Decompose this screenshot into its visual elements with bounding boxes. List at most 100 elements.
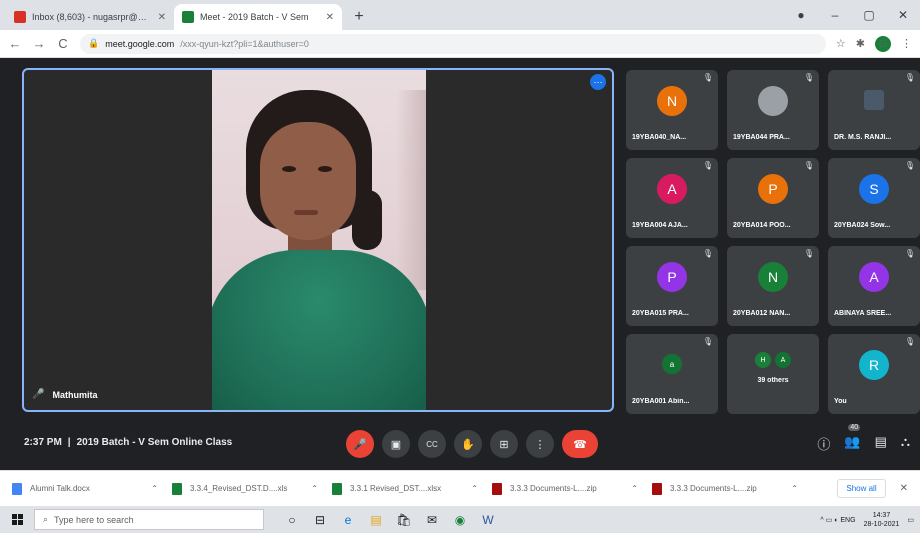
participant-tile[interactable]: 🎙 A ABINAYA SREE... xyxy=(828,246,920,326)
start-button[interactable] xyxy=(0,514,34,525)
tab-meet[interactable]: Meet - 2019 Batch - V Sem ✕ xyxy=(174,4,342,30)
participant-tile[interactable]: 🎙 S 20YBA024 Sow... xyxy=(828,158,920,238)
avatar: N xyxy=(758,262,788,292)
chevron-up-icon[interactable]: ⌃ xyxy=(311,484,318,493)
camera-toggle-button[interactable]: ▣ xyxy=(382,430,410,458)
avatar: P xyxy=(657,262,687,292)
clock-time: 14:37 xyxy=(872,511,891,519)
muted-mic-icon: 🎙 xyxy=(702,337,713,346)
more-options-button[interactable]: ⋮ xyxy=(526,430,554,458)
participant-tile[interactable]: 🎙 A 19YBA004 AJA... xyxy=(626,158,718,238)
tab-gmail[interactable]: Inbox (8,603) - nugasrpr@emsyj.c ✕ xyxy=(6,4,174,30)
edge-icon[interactable]: e xyxy=(340,513,356,527)
people-icon[interactable]: 👥 40 xyxy=(844,424,861,453)
meeting-title: 2019 Batch - V Sem Online Class xyxy=(76,437,233,448)
avatar: N xyxy=(657,86,687,116)
download-item[interactable]: 3.3.4_Revised_DST.D....xls ⌃ xyxy=(172,482,318,495)
downloads-shelf: Alumni Talk.docx ⌃ 3.3.4_Revised_DST.D..… xyxy=(0,470,920,506)
tray-icons[interactable]: ^ ▭ ◐ ENG xyxy=(820,516,855,524)
main-video-tile[interactable]: ⋯ 🎤 Mathumita xyxy=(22,68,614,412)
chevron-up-icon[interactable]: ⌃ xyxy=(791,484,798,493)
word-icon[interactable]: W xyxy=(480,513,496,527)
muted-mic-icon: 🎙 xyxy=(904,337,915,346)
download-item[interactable]: Alumni Talk.docx ⌃ xyxy=(12,482,158,495)
download-item[interactable]: 3.3.3 Documents-L....zip ⌃ xyxy=(492,482,638,495)
others-tile[interactable]: H A 39 others xyxy=(727,334,819,414)
participant-tile[interactable]: 🎙 P 20YBA014 POO... xyxy=(727,158,819,238)
raise-hand-button[interactable]: ✋ xyxy=(454,430,482,458)
xls-file-icon xyxy=(172,482,182,495)
cortana-icon[interactable]: ○ xyxy=(284,513,300,527)
maximize-button[interactable]: ▢ xyxy=(852,8,886,22)
end-call-button[interactable]: ☎ xyxy=(562,430,598,458)
chat-icon[interactable]: ▤ xyxy=(875,434,887,453)
minimize-button[interactable]: – xyxy=(818,8,852,22)
search-icon: ⌕ xyxy=(43,514,49,524)
mail-icon[interactable]: ✉ xyxy=(424,513,440,527)
record-indicator-icon: ● xyxy=(797,8,805,22)
task-view-icon[interactable]: ⊟ xyxy=(312,513,328,527)
show-all-downloads-button[interactable]: Show all xyxy=(837,479,886,498)
close-tab-icon[interactable]: ✕ xyxy=(326,12,334,23)
participant-tile[interactable]: 🎙 DR. M.S. RANJI... xyxy=(828,70,920,150)
meeting-info-icon[interactable]: ⓘ xyxy=(817,434,830,453)
store-icon[interactable]: 🛍 xyxy=(396,513,412,527)
file-explorer-icon[interactable]: ▤ xyxy=(368,513,384,527)
more-options-icon[interactable]: ⋯ xyxy=(590,74,606,90)
windows-logo-icon xyxy=(11,514,23,525)
chevron-up-icon[interactable]: ⌃ xyxy=(471,484,478,493)
participant-tile[interactable]: 🎙 P 20YBA015 PRA... xyxy=(626,246,718,326)
separator: | xyxy=(67,437,71,448)
forward-button[interactable]: → xyxy=(32,36,46,51)
meet-window: ⋯ 🎤 Mathumita 🎙 N 19YBA040_NA... 🎙 19YBA… xyxy=(0,58,920,470)
bookmark-star-icon[interactable]: ☆ xyxy=(836,37,846,50)
close-tab-icon[interactable]: ✕ xyxy=(158,12,166,23)
zip-file-icon xyxy=(492,482,502,495)
participant-tile[interactable]: 🎙 19YBA044 PRA... xyxy=(727,70,819,150)
present-now-button[interactable]: ⊞ xyxy=(490,430,518,458)
speaker-mouth xyxy=(294,210,318,215)
xlsx-file-icon xyxy=(332,482,342,495)
chevron-up-icon[interactable]: ⌃ xyxy=(151,484,158,493)
avatar: A xyxy=(657,174,687,204)
reload-button[interactable]: C xyxy=(56,36,70,51)
download-item[interactable]: 3.3.1 Revised_DST....xlsx ⌃ xyxy=(332,482,478,495)
background-wall xyxy=(396,90,426,290)
url-host: meet.google.com xyxy=(105,38,175,49)
activities-icon[interactable]: ⛬ xyxy=(901,434,910,453)
address-bar[interactable]: 🔒 meet.google.com/xxx-qyun-kzt?pli=1&aut… xyxy=(80,33,826,54)
participant-name: 19YBA004 AJA... xyxy=(632,222,688,229)
profile-avatar[interactable]: G xyxy=(875,35,891,52)
tab-label: Inbox (8,603) - nugasrpr@emsyj.c xyxy=(32,12,152,22)
close-window-button[interactable]: ✕ xyxy=(886,8,920,22)
new-tab-button[interactable]: + xyxy=(346,4,372,30)
taskbar-search-box[interactable]: ⌕ Type here to search xyxy=(34,509,264,530)
chevron-up-icon[interactable]: ⌃ xyxy=(631,484,638,493)
system-tray: ^ ▭ ◐ ENG 14:37 28-10-2021 ▭ xyxy=(820,506,914,533)
captions-button[interactable]: CC xyxy=(418,430,446,458)
clock-date: 28-10-2021 xyxy=(863,520,900,528)
participant-tile[interactable]: 🎙 a 20YBA001 Abin... xyxy=(626,334,718,414)
others-count-label: 39 others xyxy=(757,377,789,384)
self-tile[interactable]: 🎙 R You xyxy=(828,334,920,414)
extensions-icon[interactable]: ✱ xyxy=(856,37,865,50)
participant-tile[interactable]: 🎙 N 19YBA040_NA... xyxy=(626,70,718,150)
download-filename: Alumni Talk.docx xyxy=(30,484,90,493)
browser-menu-icon[interactable]: ⋮ xyxy=(901,37,912,50)
muted-mic-icon: 🎙 xyxy=(803,73,814,82)
download-item[interactable]: 3.3.3 Documents-L....zip ⌃ xyxy=(652,482,798,495)
windows-taskbar: ⌕ Type here to search ○ ⊟ e ▤ 🛍 ✉ ◉ W ^ … xyxy=(0,506,920,533)
back-button[interactable]: ← xyxy=(8,36,22,51)
close-downloads-button[interactable]: ✕ xyxy=(900,483,908,494)
participant-tile[interactable]: 🎙 N 20YBA012 NAN... xyxy=(727,246,819,326)
muted-mic-icon: 🎙 xyxy=(803,161,814,170)
muted-mic-icon: 🎙 xyxy=(803,249,814,258)
notifications-icon[interactable]: ▭ xyxy=(907,516,914,524)
chrome-icon[interactable]: ◉ xyxy=(452,513,468,527)
clock[interactable]: 14:37 28-10-2021 xyxy=(864,511,900,529)
participant-name: 20YBA012 NAN... xyxy=(733,310,791,317)
meet-control-bar: 2:37 PM | 2019 Batch - V Sem Online Clas… xyxy=(0,420,920,470)
meet-icon xyxy=(182,11,194,23)
muted-mic-icon: 🎙 xyxy=(702,249,713,258)
mic-toggle-button[interactable]: 🎤 xyxy=(346,430,374,458)
